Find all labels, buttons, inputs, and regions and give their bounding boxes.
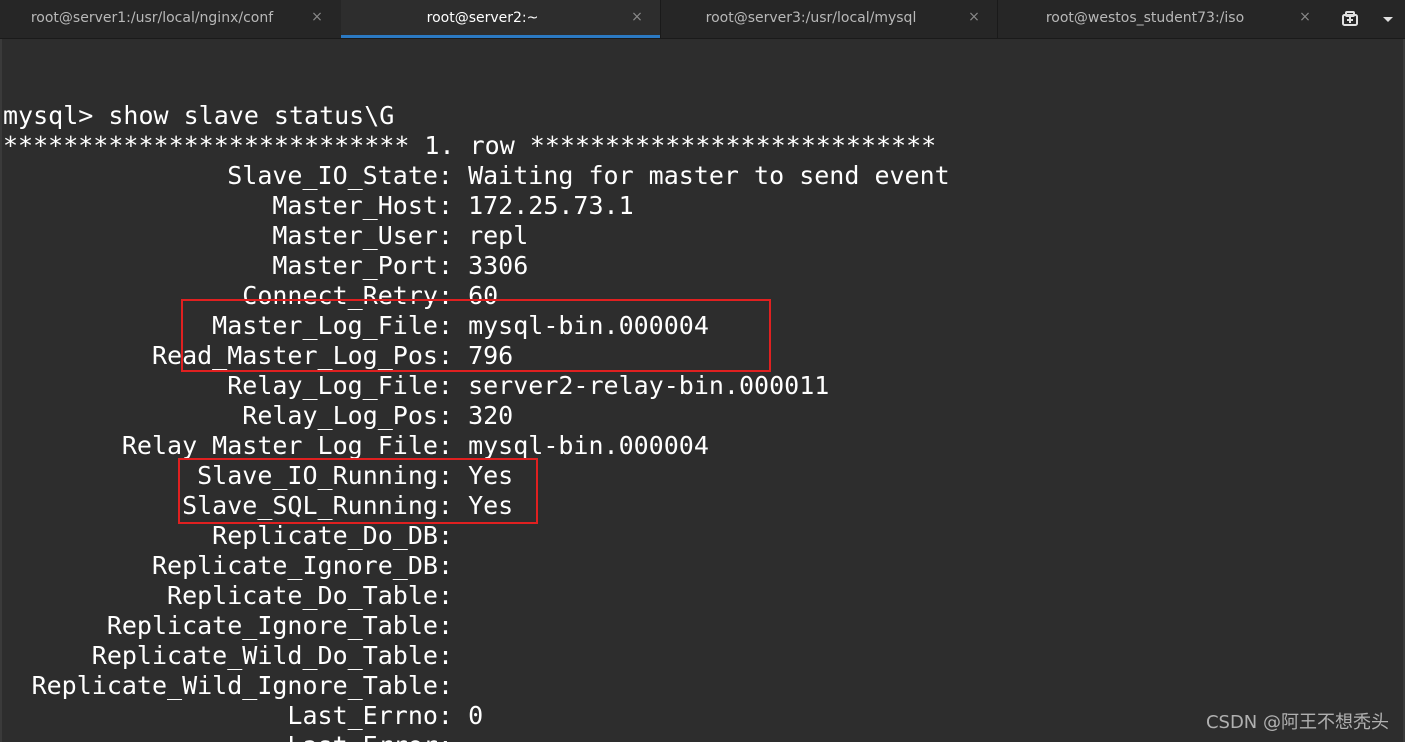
field-name: Replicate_Ignore_Table: — [106, 611, 453, 640]
status-row: Slave_IO_State: Waiting for master to se… — [3, 161, 950, 191]
prompt-line: mysql> show slave status\G — [3, 101, 395, 130]
status-row: Replicate_Wild_Ignore_Table: — [3, 671, 468, 701]
tab-westos-student73[interactable]: root@westos_student73:/iso × — [998, 0, 1328, 38]
status-row: Replicate_Ignore_DB: — [3, 551, 468, 581]
field-value: 320 — [468, 401, 514, 430]
status-row: Last_Error: — [3, 731, 468, 742]
field-value: Yes — [468, 461, 514, 490]
field-value: 60 — [468, 281, 499, 310]
field-name: Master_Log_File: — [212, 311, 453, 340]
field-name: Relay_Log_Pos: — [242, 401, 453, 430]
field-name: Slave_IO_Running: — [197, 461, 453, 490]
field-name: Master_Port: — [272, 251, 453, 280]
status-row: Master_Port: 3306 — [3, 251, 528, 281]
field-name: Replicate_Wild_Do_Table: — [91, 641, 453, 670]
field-name: Slave_SQL_Running: — [182, 491, 453, 520]
field-value: 3306 — [468, 251, 529, 280]
status-row: Replicate_Ignore_Table: — [3, 611, 468, 641]
field-name: Replicate_Wild_Ignore_Table: — [31, 671, 453, 700]
tab-tools — [1328, 0, 1405, 38]
status-row: Last_Errno: 0 — [3, 701, 483, 731]
tab-label: root@server2:~ — [426, 10, 539, 26]
close-icon[interactable]: × — [965, 8, 983, 26]
field-name: Slave_IO_State: — [227, 161, 453, 190]
status-row: Replicate_Do_DB: — [3, 521, 468, 551]
watermark: CSDN @阿王不想秃头 — [1205, 712, 1389, 733]
new-tab-icon[interactable] — [1340, 9, 1360, 29]
status-row: Relay_Log_File: server2-relay-bin.000011 — [3, 371, 829, 401]
status-row: Replicate_Wild_Do_Table: — [3, 641, 468, 671]
field-name: Master_Host: — [272, 191, 453, 220]
status-row: Slave_SQL_Running: Yes — [3, 491, 513, 521]
tab-bar: root@server1:/usr/local/nginx/conf × roo… — [0, 0, 1405, 39]
status-row: Read_Master_Log_Pos: 796 — [3, 341, 513, 371]
row-header: *************************** 1. row *****… — [3, 131, 937, 160]
field-name: Last_Errno: — [287, 701, 453, 730]
field-name: Master_User: — [272, 221, 453, 250]
field-name: Replicate_Do_Table: — [167, 581, 453, 610]
tab-server2[interactable]: root@server2:~ × — [341, 0, 660, 38]
close-icon[interactable]: × — [628, 8, 646, 26]
terminal-window: root@server1:/usr/local/nginx/conf × roo… — [0, 0, 1405, 742]
tab-label: root@server3:/usr/local/mysql — [705, 10, 917, 26]
status-row: Slave_IO_Running: Yes — [3, 461, 513, 491]
status-row: Master_Host: 172.25.73.1 — [3, 191, 634, 221]
field-name: Connect_Retry: — [242, 281, 453, 310]
tab-server3[interactable]: root@server3:/usr/local/mysql × — [661, 0, 997, 38]
field-value: mysql-bin.000004 — [468, 311, 709, 340]
close-icon[interactable]: × — [308, 8, 326, 26]
field-value: server2-relay-bin.000011 — [468, 371, 830, 400]
field-name: Replicate_Ignore_DB: — [151, 551, 453, 580]
status-row: Master_Log_File: mysql-bin.000004 — [3, 311, 709, 341]
status-row: Replicate_Do_Table: — [3, 581, 468, 611]
status-row: Master_User: repl — [3, 221, 528, 251]
field-value: 0 — [468, 701, 484, 730]
field-name: Replicate_Do_DB: — [212, 521, 453, 550]
window-edge — [0, 39, 2, 742]
field-value: Yes — [468, 491, 514, 520]
status-row: Connect_Retry: 60 — [3, 281, 498, 311]
tab-label: root@server1:/usr/local/nginx/conf — [30, 10, 274, 26]
field-value: repl — [468, 221, 529, 250]
field-name: Read_Master_Log_Pos: — [151, 341, 453, 370]
tab-label: root@westos_student73:/iso — [1045, 10, 1245, 26]
field-value: Waiting for master to send event — [468, 161, 950, 190]
field-value: 172.25.73.1 — [468, 191, 634, 220]
terminal-output[interactable]: mysql> show slave status\G *************… — [0, 39, 1405, 742]
field-name: Relay_Master_Log_File: — [121, 431, 453, 460]
field-value: mysql-bin.000004 — [468, 431, 709, 460]
dropdown-icon[interactable] — [1378, 9, 1398, 29]
status-row: Relay_Log_Pos: 320 — [3, 401, 513, 431]
field-name: Relay_Log_File: — [227, 371, 453, 400]
tab-server1[interactable]: root@server1:/usr/local/nginx/conf × — [0, 0, 340, 38]
field-value: 796 — [468, 341, 514, 370]
status-row: Relay_Master_Log_File: mysql-bin.000004 — [3, 431, 709, 461]
close-icon[interactable]: × — [1296, 8, 1314, 26]
field-name: Last_Error: — [3, 731, 453, 742]
